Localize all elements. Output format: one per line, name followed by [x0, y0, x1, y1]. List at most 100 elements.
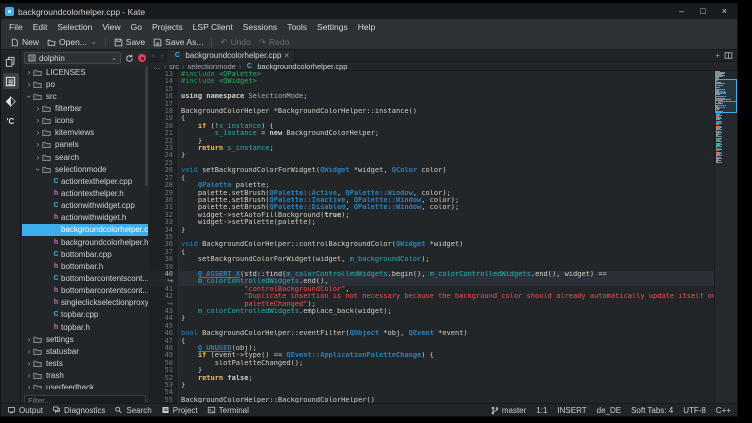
tree-item-bottombar-cpp[interactable]: Cbottombar.cpp	[22, 248, 148, 260]
syntax-language[interactable]: C++	[716, 406, 731, 415]
project-refresh-button[interactable]	[124, 53, 135, 64]
save-button[interactable]: Save	[110, 36, 149, 48]
symbols-tool-button[interactable]: 'C	[3, 113, 19, 129]
tree-expander-icon[interactable]: ›	[25, 92, 34, 100]
tree-item-po[interactable]: ›po	[22, 78, 148, 90]
maximize-button[interactable]: □	[700, 7, 705, 16]
tree-expander-icon[interactable]: ›	[25, 383, 33, 389]
tree-item-selectionmode[interactable]: ›selectionmode	[22, 163, 148, 175]
tree-item-search[interactable]: ›search	[22, 151, 148, 163]
tree-item-actiontexthelper-h[interactable]: hactiontexthelper.h	[22, 187, 148, 199]
git-tool-button[interactable]	[3, 93, 19, 109]
menu-file[interactable]: File	[4, 20, 28, 34]
tree-item-userfeedback[interactable]: ›userfeedback	[22, 382, 148, 389]
encoding[interactable]: UTF-8	[683, 406, 706, 415]
tree-item-singleclickselectionproxy-[interactable]: hsingleclickselectionproxy...	[22, 297, 148, 309]
tree-item-icons[interactable]: ›icons	[22, 115, 148, 127]
tree-item-actionwithwidget-h[interactable]: hactionwithwidget.h	[22, 212, 148, 224]
dictionary[interactable]: de_DE	[597, 406, 621, 415]
projects-tool-button[interactable]	[3, 73, 19, 89]
menu-lsp-client[interactable]: LSP Client	[188, 20, 238, 34]
prev-document-button[interactable]: ‹	[149, 51, 158, 60]
code-text: {	[179, 115, 737, 122]
minimap[interactable]	[714, 71, 737, 403]
tree-expander-icon[interactable]: ›	[25, 347, 33, 356]
tree-expander-icon[interactable]: ›	[25, 359, 33, 368]
tree-item-backgroundcolorhelper-c-[interactable]: Cbackgroundcolorhelper.c...	[22, 224, 148, 236]
tree-expander-icon[interactable]: ›	[25, 80, 33, 89]
documents-tool-button[interactable]	[3, 53, 19, 69]
tree-item-topbar-cpp[interactable]: Ctopbar.cpp	[22, 309, 148, 321]
tree-item-src[interactable]: ›src	[22, 90, 148, 102]
tree-item-trash[interactable]: ›trash	[22, 370, 148, 382]
cursor-position[interactable]: 1:1	[536, 406, 547, 415]
menu-edit[interactable]: Edit	[28, 20, 53, 34]
menu-view[interactable]: View	[97, 20, 125, 34]
menu-go[interactable]: Go	[126, 20, 147, 34]
minimap-viewport[interactable]	[715, 79, 737, 113]
ctags-icon: 'C	[7, 117, 15, 126]
tree-expander-icon[interactable]: ›	[34, 104, 42, 113]
menu-settings[interactable]: Settings	[312, 20, 353, 34]
tree-item-kitemviews[interactable]: ›kitemviews	[22, 127, 148, 139]
tree-expander-icon[interactable]: ›	[25, 371, 33, 380]
tree-item-bottombar-h[interactable]: hbottombar.h	[22, 260, 148, 272]
tree-item-actiontexthelper-cpp[interactable]: Cactiontexthelper.cpp	[22, 175, 148, 187]
statusbar-search-button[interactable]: Search	[114, 406, 151, 415]
tree-expander-icon[interactable]: ›	[25, 68, 33, 77]
open-button[interactable]: Open... ⌄	[43, 36, 101, 48]
statusbar-terminal-button[interactable]: Terminal	[207, 406, 249, 415]
tree-item-filterbar[interactable]: › filterbar	[22, 102, 148, 114]
breadcrumb-item-src[interactable]: src	[169, 62, 179, 71]
tree-item-tests[interactable]: ›tests	[22, 357, 148, 369]
tree-expander-icon[interactable]: ›	[34, 153, 42, 162]
tab-close-icon[interactable]: ×	[284, 51, 289, 60]
statusbar-output-button[interactable]: Output	[7, 406, 43, 415]
menu-help[interactable]: Help	[353, 20, 380, 34]
line-number: 48	[149, 345, 179, 352]
tree-item-statusbar[interactable]: ›statusbar	[22, 345, 148, 357]
title-bar[interactable]: backgroundcolorhelper.cpp - Kate – □ ×	[1, 4, 737, 19]
input-mode[interactable]: INSERT	[557, 406, 586, 415]
breadcrumb-item-selectionmode[interactable]: selectionmode	[188, 62, 236, 71]
tree-expander-icon[interactable]: ›	[34, 165, 43, 173]
tree-item-panels[interactable]: ›panels	[22, 139, 148, 151]
close-button[interactable]: ×	[722, 7, 727, 16]
new-tab-icon[interactable]: +	[715, 51, 720, 60]
minimize-button[interactable]: –	[679, 7, 684, 16]
redo-button[interactable]: ↷ Redo	[255, 36, 293, 49]
tree-item-settings[interactable]: ›settings	[22, 333, 148, 345]
breadcrumb-item-backgroundcolorhelper-cpp[interactable]: backgroundcolorhelper.cpp	[257, 62, 347, 71]
git-status-button[interactable]	[138, 54, 146, 62]
menu-selection[interactable]: Selection	[52, 20, 97, 34]
tree-item-topbar-h[interactable]: htopbar.h	[22, 321, 148, 333]
tree-expander-icon[interactable]: ›	[34, 128, 42, 137]
statusbar-project-button[interactable]: Project	[161, 406, 198, 415]
tab-mode[interactable]: Soft Tabs: 4	[631, 406, 673, 415]
tree-item-bottombarcontentscont-[interactable]: Cbottombarcontentscont...	[22, 272, 148, 284]
breadcrumb-collapse-button[interactable]: …	[153, 62, 161, 71]
menu-sessions[interactable]: Sessions	[238, 20, 283, 34]
tree-expander-icon[interactable]: ›	[34, 140, 42, 149]
menu-tools[interactable]: Tools	[282, 20, 312, 34]
tree-item-bottombarcontentscont-[interactable]: hbottombarcontentscont...	[22, 285, 148, 297]
save-as-button[interactable]: Save As...	[149, 36, 207, 48]
tree-item-label: filterbar	[55, 104, 82, 113]
tree-item-backgroundcolorhelper-h[interactable]: hbackgroundcolorhelper.h	[22, 236, 148, 248]
tree-item-actionwithwidget-cpp[interactable]: Cactionwithwidget.cpp	[22, 200, 148, 212]
menu-projects[interactable]: Projects	[147, 20, 188, 34]
project-selector[interactable]: dolphin ⌄	[24, 52, 121, 64]
tab-backgroundcolorhelper[interactable]: C backgroundcolorhelper.cpp ×	[166, 50, 295, 62]
split-view-icon[interactable]	[724, 51, 733, 60]
tree-item-licenses[interactable]: ›LICENSES	[22, 66, 148, 78]
new-button[interactable]: New	[6, 36, 43, 48]
next-document-button[interactable]: ›	[158, 51, 167, 60]
tree-expander-icon[interactable]: ›	[25, 335, 33, 344]
tree-expander-icon[interactable]: ›	[34, 116, 42, 125]
tree-scrollbar[interactable]	[145, 66, 148, 186]
statusbar-diagnostics-button[interactable]: Diagnostics	[52, 406, 105, 415]
open-dropdown-icon[interactable]: ⌄	[91, 38, 97, 46]
undo-button[interactable]: ↶ Undo	[216, 36, 254, 49]
git-branch-indicator[interactable]: master	[491, 406, 526, 415]
code-view[interactable]: 13#include <QPalette>14#include <QWidget…	[149, 71, 737, 403]
